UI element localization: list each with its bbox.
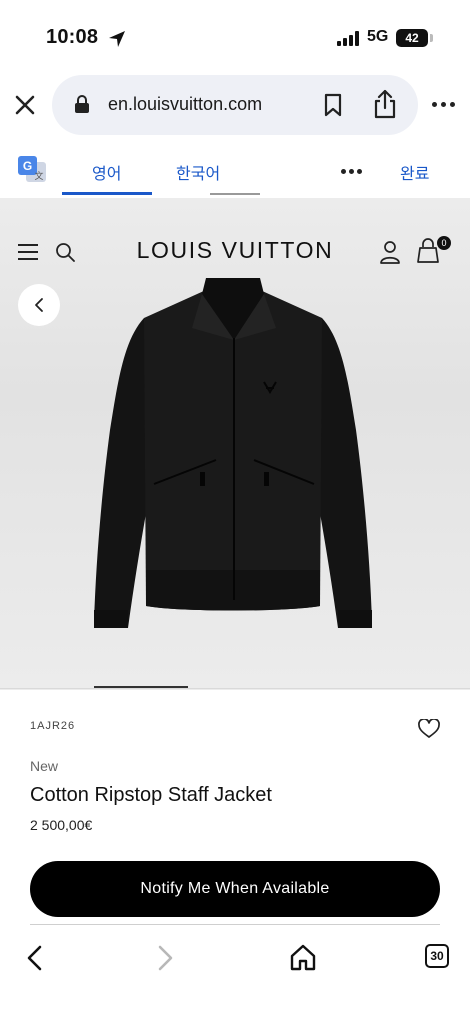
tab-english[interactable]: 영어 xyxy=(92,160,121,184)
status-bar: 10:08 5G 42 xyxy=(0,0,470,72)
account-icon[interactable] xyxy=(379,240,401,264)
product-tag: New xyxy=(30,758,59,774)
product-title: Cotton Ripstop Staff Jacket xyxy=(30,784,272,806)
status-time: 10:08 xyxy=(46,26,99,48)
gallery-back-button[interactable] xyxy=(18,284,60,326)
bag-count-badge: 0 xyxy=(437,236,451,250)
lock-icon xyxy=(75,95,89,113)
address-bar[interactable]: en.louisvuitton.com xyxy=(52,75,418,135)
translate-more-icon[interactable] xyxy=(341,169,363,175)
signal-icon xyxy=(337,31,361,46)
black-jacket-image xyxy=(94,278,372,628)
gallery-divider xyxy=(0,688,470,689)
svg-text:G: G xyxy=(23,159,32,173)
home-icon[interactable] xyxy=(290,943,316,971)
battery-icon: 42 xyxy=(396,29,428,47)
svg-text:文: 文 xyxy=(34,170,43,181)
share-icon[interactable] xyxy=(372,89,398,119)
back-arrow-icon[interactable] xyxy=(24,944,44,972)
product-gallery: LOUIS VUITTON 0 xyxy=(0,198,470,690)
bookmark-icon[interactable] xyxy=(324,93,342,117)
close-icon[interactable] xyxy=(14,94,36,116)
tabs-icon[interactable]: 30 xyxy=(425,944,449,968)
tab-korean[interactable]: 한국어 xyxy=(176,160,220,184)
content-divider xyxy=(30,924,440,925)
network-label: 5G xyxy=(367,28,389,45)
location-arrow-icon xyxy=(109,31,125,47)
url-row: en.louisvuitton.com xyxy=(0,72,470,138)
product-sku: 1AJR26 xyxy=(30,720,76,732)
heart-icon[interactable] xyxy=(418,719,440,739)
chevron-left-icon xyxy=(35,298,43,312)
translate-bar: G文 영어 한국어 완료 xyxy=(0,138,470,196)
active-tab-indicator xyxy=(62,192,152,195)
translate-done-button[interactable]: 완료 xyxy=(400,160,429,184)
google-translate-icon[interactable]: G文 xyxy=(18,156,46,184)
battery-tip xyxy=(430,34,433,42)
browser-toolbar: 30 xyxy=(0,930,470,1024)
url-text: en.louisvuitton.com xyxy=(108,94,263,114)
more-icon[interactable] xyxy=(432,102,456,108)
notify-me-button[interactable]: Notify Me When Available xyxy=(30,861,440,917)
product-price: 2 500,00€ xyxy=(30,817,93,833)
forward-arrow-icon[interactable] xyxy=(156,944,176,972)
